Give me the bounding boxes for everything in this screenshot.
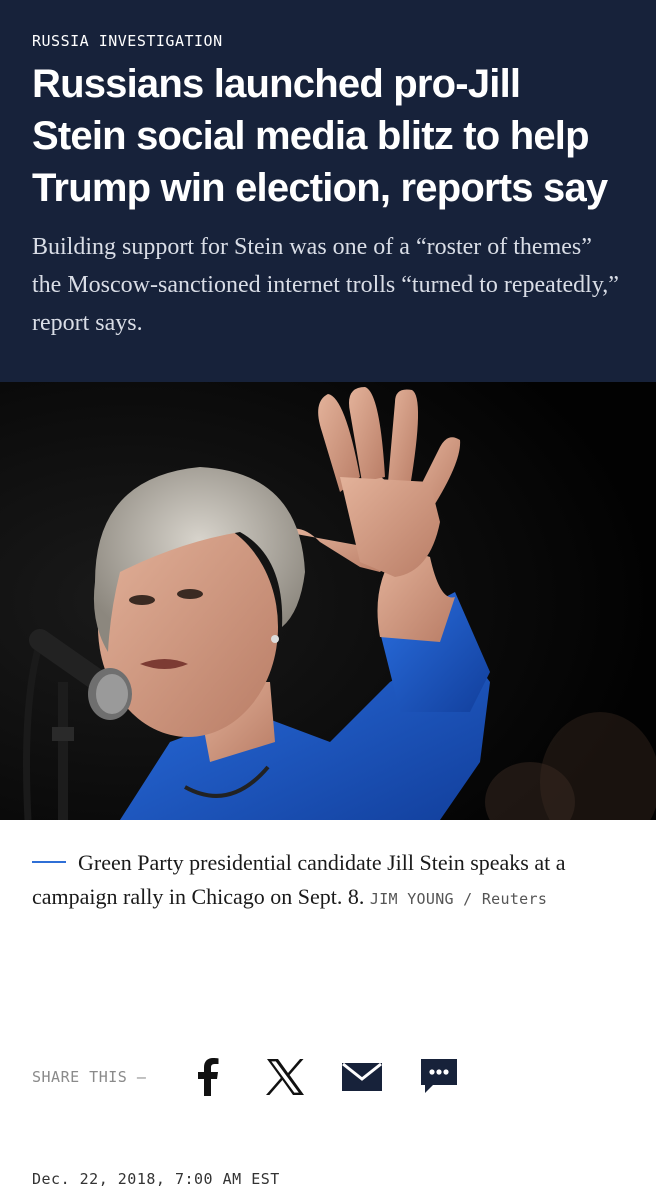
lead-photo-illustration — [0, 382, 656, 820]
article-header: RUSSIA INVESTIGATION Russians launched p… — [0, 0, 656, 382]
article-dek: Building support for Stein was one of a … — [32, 234, 619, 336]
share-label: SHARE THIS — — [32, 1068, 147, 1086]
comments-icon[interactable] — [417, 1055, 461, 1099]
photo-credit: JIM YOUNG / Reuters — [369, 890, 548, 908]
x-icon[interactable] — [263, 1055, 307, 1099]
publish-date: Dec. 22, 2018, 7:00 AM EST — [32, 1170, 280, 1188]
facebook-icon[interactable] — [186, 1055, 230, 1099]
article-headline: Russians launched pro-Jill Stein social … — [32, 62, 608, 210]
share-bar: SHARE THIS — — [32, 1050, 494, 1104]
email-icon[interactable] — [340, 1055, 384, 1099]
section-kicker[interactable]: RUSSIA INVESTIGATION — [32, 30, 624, 52]
photo-caption: Green Party presidential candidate Jill … — [32, 846, 632, 916]
lead-photo — [0, 382, 656, 820]
caption-rule — [32, 861, 66, 864]
